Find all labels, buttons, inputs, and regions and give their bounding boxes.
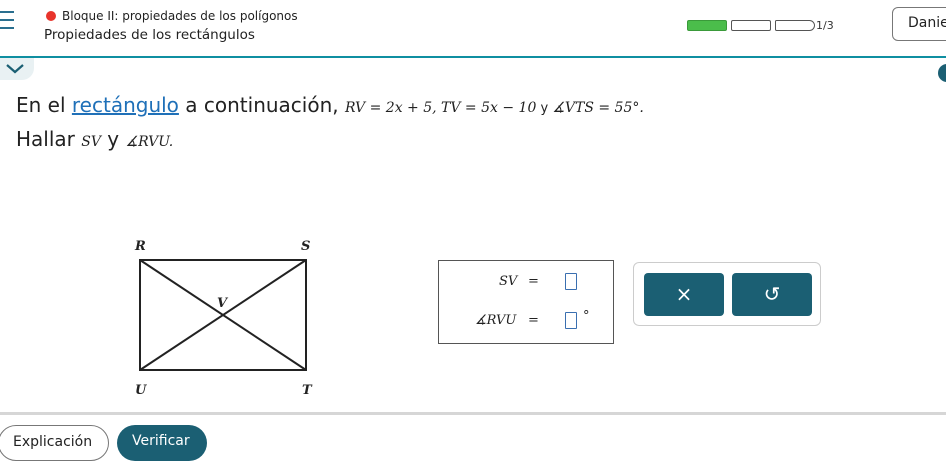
progress-bar [687,20,815,31]
problem-line-1: En el rectángulo a continuación, RV = 2x… [16,90,644,124]
problem-text: a continuación, [178,93,345,117]
glossary-link-rectangulo[interactable]: rectángulo [72,93,179,117]
chevron-down-icon [6,64,24,74]
find-target-2: ∡RVU. [125,134,174,150]
equals-sign: = [528,274,539,289]
problem-text: En el [16,93,72,117]
user-menu-button[interactable]: Danie [892,7,946,41]
answer-input-angle[interactable] [565,312,577,329]
answer-row-sv: SV = [439,272,615,292]
equals-sign: = [528,313,539,328]
undo-button[interactable]: ↺ [732,273,812,316]
answer-row-angle: ∡RVU = ° [439,309,615,331]
vertex-label-V: V [217,296,229,311]
page: Bloque II: propiedades de los polígonos … [0,0,946,470]
header: Bloque II: propiedades de los polígonos … [0,0,946,56]
conjunction: y [100,127,126,151]
progress-segment [687,20,727,31]
vertex-label-T: T [302,383,313,398]
progress-segment [775,20,815,31]
problem-text: Hallar [16,127,82,151]
problem-line-2: Hallar SV y ∡RVU. [16,124,644,157]
verify-button[interactable]: Verificar [117,425,207,461]
equation-1: RV = 2x + 5, TV = 5x − 10 [345,100,537,116]
rectangle-diagram: R S U T V [134,239,313,398]
clear-button[interactable]: × [644,273,724,316]
side-panel-toggle[interactable] [938,64,946,82]
conjunction: y [536,101,553,116]
answer-label-angle: ∡RVU [475,313,517,328]
answer-input-sv[interactable] [565,273,577,290]
vertex-label-U: U [135,383,147,398]
explanation-button[interactable]: Explicación [0,425,109,461]
menu-icon[interactable] [0,9,14,33]
equation-2: ∡VTS = 55°. [552,100,644,116]
answer-tools: × ↺ [633,262,821,326]
vertex-label-S: S [301,239,310,254]
progress-segment [731,20,771,31]
footer-divider [0,412,946,415]
vertex-label-R: R [134,239,146,254]
answer-label-sv: SV [499,274,518,289]
answer-box: SV = ∡RVU = ° [438,260,614,344]
collapse-button[interactable] [0,58,34,80]
find-target-1: SV [81,134,101,150]
lesson-title: Propiedades de los rectángulos [44,27,255,43]
header-divider [0,56,946,58]
alert-dot-icon [46,11,56,21]
progress-count: 1/3 [816,19,834,32]
problem-statement: En el rectángulo a continuación, RV = 2x… [16,90,644,157]
topic-title: Bloque II: propiedades de los polígonos [62,9,298,23]
degree-unit: ° [583,309,590,324]
